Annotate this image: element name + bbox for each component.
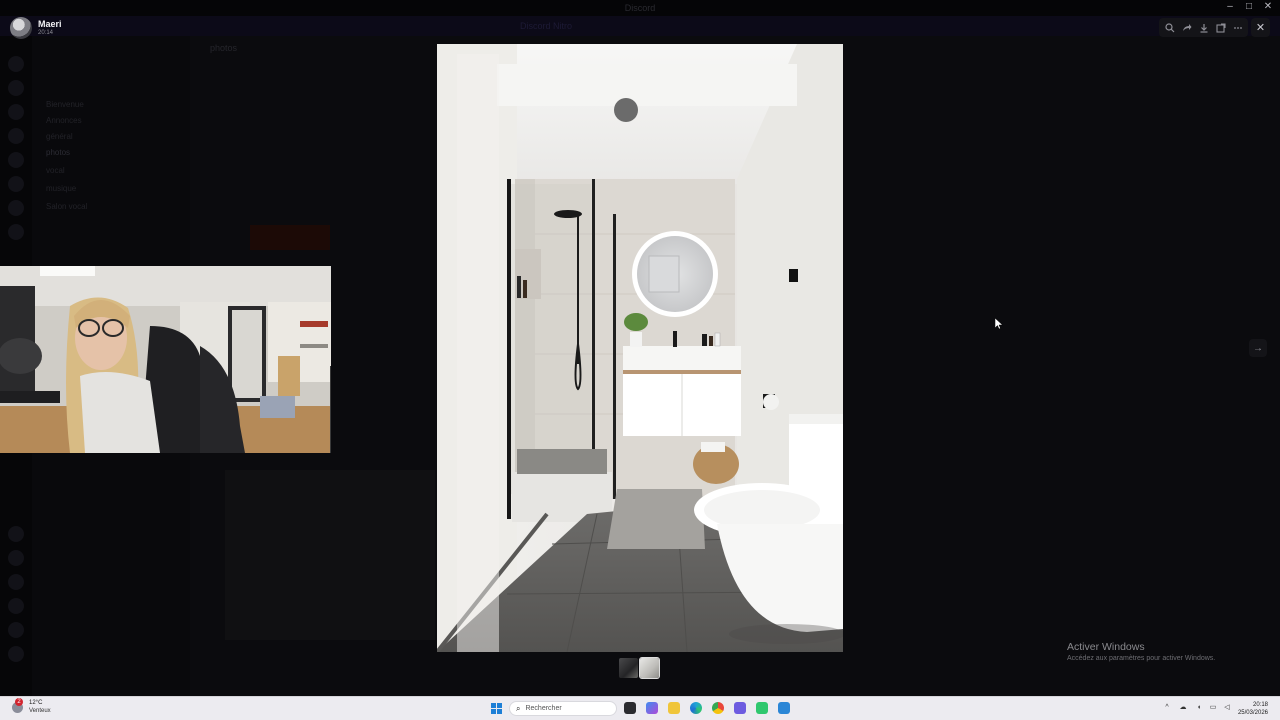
minimize-button[interactable]: – [1224,1,1236,13]
viewer-tool-group [1159,18,1248,37]
webcam-overlay [0,266,331,453]
server-icon [8,598,24,614]
channel-item: général [46,132,73,141]
maximize-button[interactable]: □ [1243,1,1255,13]
server-icon [8,200,24,216]
weather-widget[interactable]: 2 12°C Venteux [12,698,51,715]
channel-item: Annonces [46,116,82,125]
server-icon [8,622,24,638]
app-icon[interactable] [756,702,768,714]
search-placeholder: Rechercher [525,705,562,712]
app-title: Discord [624,3,656,13]
volume-icon[interactable]: ◁ [1223,704,1231,712]
mouse-cursor-icon [995,318,1003,330]
thumbnail-1[interactable] [619,658,638,678]
server-icon [8,550,24,566]
server-icon [8,646,24,662]
author-name: Maeri [38,19,62,29]
next-image-button[interactable]: → [1249,339,1267,357]
server-icon [8,104,24,120]
server-icon [8,526,24,542]
thumbnail-strip [619,657,660,679]
server-icon [8,56,24,72]
webcam-feed [0,266,331,453]
share-icon[interactable] [1179,20,1194,35]
channel-item: musique [46,184,77,193]
thumbnail-2-selected[interactable] [639,657,660,679]
chat-image-preview [250,225,330,250]
task-view-icon[interactable] [624,702,636,714]
weather-condition: Venteux [29,708,51,714]
display-icon[interactable]: ▭ [1209,704,1217,712]
app-titlebar: Discord [0,0,1280,16]
server-icon [8,224,24,240]
channel-item: Salon vocal [46,202,88,211]
copilot-icon[interactable] [646,702,658,714]
channel-item: Bienvenue [46,100,84,109]
clock-time: 20:18 [1252,702,1268,708]
edge-browser-icon[interactable] [690,702,702,714]
channel-item-active: photos [46,148,71,157]
search-icon: ⌕ [516,703,521,713]
chat-image-preview [225,470,435,640]
taskbar-search[interactable]: ⌕ Rechercher [509,701,617,716]
microphone-icon[interactable]: ◖ [1195,704,1203,712]
weather-cloud-icon: 2 [12,698,23,713]
file-explorer-icon[interactable] [668,702,680,714]
weather-temp: 12°C [29,700,43,706]
weather-text: 12°C Venteux [29,700,51,715]
zoom-icon[interactable] [1162,20,1177,35]
more-icon[interactable] [1230,20,1245,35]
avatar [10,17,32,39]
nitro-banner: Discord Nitro [0,16,1280,36]
activate-title: Activer Windows [1067,641,1145,653]
weather-badge: 2 [15,698,23,706]
cloud-icon[interactable]: ☁ [1179,704,1187,712]
server-icon [8,574,24,590]
windows-start-icon[interactable] [491,703,502,714]
banner-text: Discord Nitro [520,21,573,31]
channel-header: photos [210,43,238,53]
viewer-image[interactable] [437,44,843,652]
bathroom-photo [437,44,843,652]
close-viewer-button[interactable]: ✕ [1251,18,1270,37]
author-meta: Maeri 20:14 [38,19,62,37]
server-icon [8,80,24,96]
server-icon [8,152,24,168]
activate-windows-watermark: Activer Windows Accédez aux paramètres p… [1067,641,1215,662]
system-clock[interactable]: 20:18 25/03/2026 [1238,701,1268,717]
screen: Discord Discord Nitro Bienvenue Annonces… [0,0,1280,720]
chrome-icon[interactable] [712,702,724,714]
channel-item: vocal [46,166,65,175]
taskbar: 2 12°C Venteux ⌕ Rechercher ^ ☁ ◖ ▭ ◁ 20… [0,696,1280,720]
clock-date: 25/03/2026 [1237,710,1268,716]
image-author[interactable]: Maeri 20:14 [10,16,62,40]
close-window-button[interactable]: ✕ [1262,1,1274,13]
discord-icon[interactable] [734,702,746,714]
download-icon[interactable] [1196,20,1211,35]
post-timestamp: 20:14 [38,30,54,36]
arrow-right-icon: → [1253,342,1263,354]
activate-subtitle: Accédez aux paramètres pour activer Wind… [1067,655,1216,662]
app-icon[interactable] [778,702,790,714]
server-icon [8,176,24,192]
window-controls: – □ ✕ [1224,1,1274,13]
server-icon [8,128,24,144]
chevron-up-icon[interactable]: ^ [1163,704,1171,712]
open-external-icon[interactable] [1213,20,1228,35]
viewer-toolbar: ✕ [1159,18,1270,37]
